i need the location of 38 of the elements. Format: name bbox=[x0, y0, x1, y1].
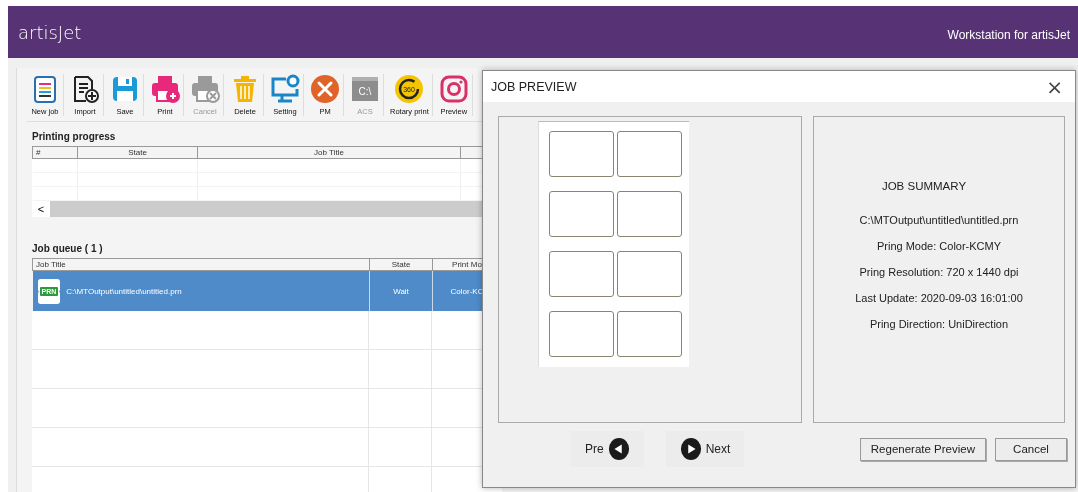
tools-icon bbox=[310, 74, 340, 104]
label-outline bbox=[549, 131, 614, 177]
dialog-button[interactable]: Cancel bbox=[995, 437, 1067, 461]
label-outline bbox=[549, 311, 614, 357]
label-outline bbox=[617, 131, 682, 177]
summary-title: JOB SUMMARY bbox=[881, 180, 967, 192]
column-header[interactable]: Job Title bbox=[32, 258, 370, 271]
column-header[interactable]: Job Title bbox=[197, 146, 461, 159]
dialog-title: JOB PREVIEW bbox=[491, 79, 577, 94]
terminal-icon: C:\ bbox=[350, 74, 380, 104]
summary-line: Pring Resolution: 720 x 1440 dpi bbox=[859, 266, 1019, 278]
section-title: Printing progress bbox=[32, 131, 116, 142]
column-header[interactable]: State bbox=[77, 146, 198, 159]
table-cell: Wait bbox=[393, 286, 409, 296]
table-cell: Color-KC bbox=[450, 286, 484, 296]
previous-button[interactable]: Pre bbox=[571, 431, 644, 467]
summary-line: Pring Direction: UniDirection bbox=[869, 318, 1009, 330]
label-outline bbox=[617, 191, 682, 237]
column-header[interactable]: State bbox=[369, 258, 433, 271]
app-title: Workstation for artisJet bbox=[947, 28, 1070, 42]
monitor-gear-icon bbox=[270, 74, 300, 104]
app-logo: artisJet bbox=[18, 21, 82, 43]
section-title: Job queue ( 1 ) bbox=[32, 243, 103, 254]
column-header[interactable]: # bbox=[32, 146, 78, 159]
close-button[interactable]: × bbox=[1042, 74, 1067, 99]
dialog-button[interactable]: Regenerate Preview bbox=[859, 437, 986, 461]
printer-icon bbox=[190, 74, 220, 104]
camera-icon bbox=[438, 74, 469, 104]
printer-icon bbox=[150, 74, 180, 104]
table-cell: C:\MTOutput\untitled\untitled.prn bbox=[66, 286, 182, 296]
label-outline bbox=[549, 251, 614, 297]
summary-line: Pring Mode: Color-KCMY bbox=[876, 240, 1002, 252]
label-outline bbox=[617, 251, 682, 297]
label-outline bbox=[617, 311, 682, 357]
next-button[interactable]: Next bbox=[665, 431, 745, 467]
summary-line: C:\MTOutput\untitled\untitled.prn bbox=[859, 214, 1019, 226]
summary-line: Last Update: 2020-09-03 16:01:00 bbox=[855, 292, 1023, 304]
label-outline bbox=[549, 191, 614, 237]
